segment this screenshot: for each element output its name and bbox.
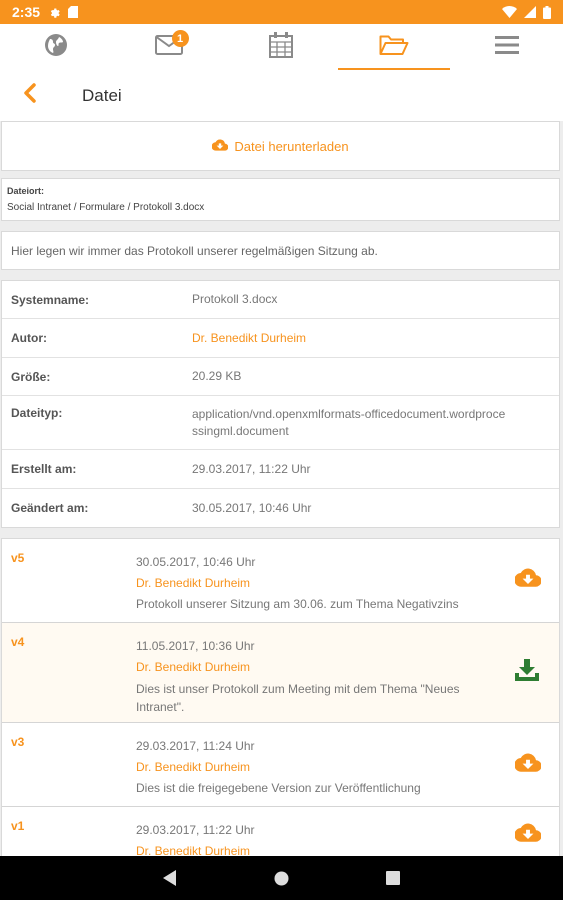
signal-icon — [524, 6, 536, 18]
property-row: Geändert am: 30.05.2017, 10:46 Uhr — [2, 489, 559, 527]
calendar-icon — [269, 31, 294, 63]
version-row[interactable]: v4 11.05.2017, 10:36 Uhr Dr. Benedikt Du… — [2, 623, 559, 723]
title-bar: Datei — [0, 70, 563, 121]
battery-icon — [543, 5, 551, 19]
chevron-left-icon — [23, 83, 37, 108]
recents-square-icon[interactable] — [386, 871, 400, 885]
status-bar: 2:35 — [0, 0, 563, 24]
tab-globe[interactable] — [0, 24, 113, 70]
property-row: Systemname: Protokoll 3.docx — [2, 281, 559, 319]
version-list: v5 30.05.2017, 10:46 Uhr Dr. Benedikt Du… — [1, 538, 560, 856]
version-comment: Protokoll unserer Sitzung am 30.06. zum … — [136, 597, 459, 611]
sd-card-icon — [68, 6, 79, 18]
page-title: Datei — [82, 85, 122, 105]
folder-open-icon — [379, 34, 409, 61]
location-path: Social Intranet / Formulare / Protokoll … — [7, 202, 205, 213]
version-date: 30.05.2017, 10:46 Uhr — [136, 555, 256, 569]
unread-badge: 1 — [171, 30, 189, 47]
property-row: Größe: 20.29 KB — [2, 358, 559, 396]
back-button[interactable] — [0, 70, 60, 121]
version-number: v3 — [11, 735, 25, 749]
version-date: 29.03.2017, 11:22 Uhr — [136, 823, 255, 837]
version-date: 29.03.2017, 11:24 Uhr — [136, 739, 255, 753]
version-row[interactable]: v5 30.05.2017, 10:46 Uhr Dr. Benedikt Du… — [2, 539, 559, 623]
version-number: v1 — [11, 819, 25, 833]
tab-messages[interactable]: 1 — [113, 24, 226, 70]
author-link[interactable]: Dr. Benedikt Durheim — [192, 330, 559, 347]
property-label: Systemname: — [11, 292, 90, 307]
version-row[interactable]: v1 29.03.2017, 11:22 Uhr Dr. Benedikt Du… — [2, 807, 559, 856]
property-value: 20.29 KB — [192, 369, 242, 383]
property-value: application/vnd.openxmlformats-officedoc… — [192, 406, 559, 449]
status-time: 2:35 — [12, 4, 41, 20]
home-circle-icon[interactable] — [274, 871, 289, 886]
top-navigation: 1 — [0, 24, 563, 70]
property-label: Dateityp: — [11, 406, 63, 420]
version-author[interactable]: Dr. Benedikt Durheim — [136, 757, 559, 778]
wifi-icon — [502, 6, 517, 18]
location-label: Dateiort: — [7, 186, 45, 196]
cloud-download-icon[interactable] — [514, 753, 542, 777]
file-location: Dateiort: Social Intranet / Formulare / … — [1, 178, 560, 221]
version-comment: Dies ist unser Protokoll zum Meeting mit… — [136, 682, 460, 696]
menu-icon — [494, 35, 519, 60]
download-tray-icon[interactable] — [515, 659, 539, 686]
property-label: Geändert am: — [11, 501, 89, 515]
cloud-download-icon — [211, 138, 229, 154]
property-value: Protokoll 3.docx — [192, 292, 278, 306]
property-value: 30.05.2017, 10:46 Uhr — [192, 500, 312, 515]
property-label: Erstellt am: — [11, 462, 77, 476]
version-comment: Intranet". — [136, 700, 185, 714]
back-triangle-icon[interactable] — [163, 870, 177, 886]
system-navigation-bar — [0, 856, 563, 900]
download-label: Datei herunterladen — [234, 138, 349, 154]
property-value-line: application/vnd.openxmlformats-officedoc… — [192, 407, 506, 421]
cloud-download-icon[interactable] — [514, 568, 542, 592]
version-author[interactable]: Dr. Benedikt Durheim — [136, 573, 559, 594]
version-number: v4 — [11, 635, 25, 649]
property-label: Größe: — [11, 369, 51, 384]
globe-icon — [44, 33, 68, 62]
file-description: Hier legen wir immer das Protokoll unser… — [1, 231, 560, 270]
file-properties: Systemname: Protokoll 3.docx Autor: Dr. … — [1, 280, 560, 528]
file-detail-content: Datei herunterladen Dateiort: Social Int… — [0, 121, 563, 856]
settings-icon — [48, 6, 60, 18]
version-date: 11.05.2017, 10:36 Uhr — [136, 639, 255, 653]
tab-calendar[interactable] — [225, 24, 338, 70]
property-label: Autor: — [11, 331, 47, 345]
version-author[interactable]: Dr. Benedikt Durheim — [136, 841, 559, 856]
tab-files[interactable] — [337, 24, 451, 70]
property-row: Dateityp: application/vnd.openxmlformats… — [2, 396, 559, 450]
property-value-line: ssingml.document — [192, 424, 289, 438]
property-row: Erstellt am: 29.03.2017, 11:22 Uhr — [2, 450, 559, 489]
download-file-button[interactable]: Datei herunterladen — [1, 121, 560, 171]
tab-menu[interactable] — [450, 24, 563, 70]
version-comment: Dies ist die freigegebene Version zur Ve… — [136, 781, 421, 795]
property-row: Autor: Dr. Benedikt Durheim — [2, 319, 559, 358]
cloud-download-icon[interactable] — [514, 823, 542, 847]
version-author[interactable]: Dr. Benedikt Durheim — [136, 657, 559, 678]
version-row[interactable]: v3 29.03.2017, 11:24 Uhr Dr. Benedikt Du… — [2, 723, 559, 807]
property-value: 29.03.2017, 11:22 Uhr — [192, 461, 311, 476]
version-number: v5 — [11, 551, 25, 565]
